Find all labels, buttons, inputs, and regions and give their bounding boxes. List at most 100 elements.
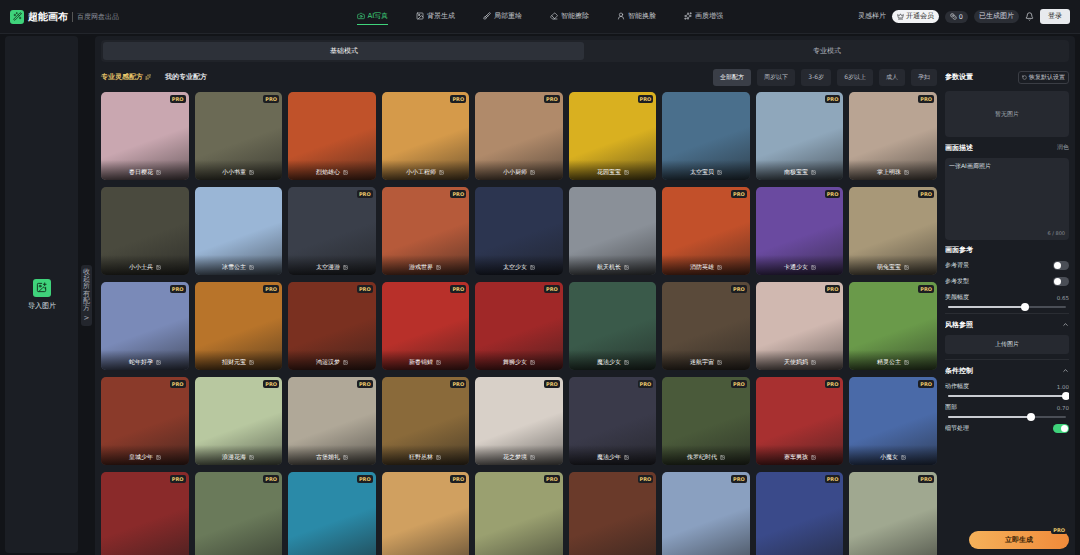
recipe-card[interactable]: PRO <box>662 472 750 555</box>
recipe-card[interactable]: PRO招财元宝 <box>195 282 283 370</box>
recipe-card[interactable]: PRO萌兔宝宝 <box>849 187 937 275</box>
coin-count[interactable]: 0 <box>945 11 968 23</box>
recipe-card[interactable]: 太空宝贝 <box>662 92 750 180</box>
image-icon <box>720 455 725 460</box>
pro-badge: PRO <box>638 475 654 483</box>
vip-button[interactable]: 开通会员 <box>892 10 939 23</box>
content: 专业灵感配方我的专业配方全部配方周岁以下3-6岁6岁以上成人孕妇PRO春日樱花P… <box>101 68 1069 555</box>
card-label: 卡通少女 <box>784 263 808 272</box>
inspiration-link[interactable]: 灵感样片 <box>858 12 886 21</box>
recipe-card[interactable]: PRO天使妈妈 <box>756 282 844 370</box>
card-label: 蛇年好孕 <box>129 358 153 367</box>
recipe-card[interactable]: PRO新春锦鲤 <box>382 282 470 370</box>
recipe-tab[interactable]: 我的专业配方 <box>165 73 207 82</box>
collapse-tab[interactable]: 收起所有配方> <box>81 265 92 326</box>
control-label: 条件控制 <box>945 366 973 376</box>
slider-thumb[interactable] <box>1062 392 1069 400</box>
reset-icon <box>1022 75 1027 80</box>
nav-item[interactable]: 局部重绘 <box>483 8 522 25</box>
toggle-switch[interactable] <box>1053 261 1069 270</box>
upload-button[interactable]: 上传图片 <box>945 335 1069 354</box>
filter-pill[interactable]: 周岁以下 <box>757 69 795 86</box>
reset-button[interactable]: 恢复默认设置 <box>1018 71 1069 84</box>
preview-box[interactable]: 暂无图片 <box>945 91 1069 137</box>
card-label: 小小工程师 <box>406 168 436 177</box>
filter-pill[interactable]: 成人 <box>879 69 905 86</box>
pro-badge: PRO <box>450 190 466 198</box>
nav-item[interactable]: 智能擦除 <box>550 8 589 25</box>
recipe-card[interactable]: 太空少女 <box>475 187 563 275</box>
slider-track[interactable] <box>948 416 1066 418</box>
recipe-card[interactable]: PRO南极宝宝 <box>756 92 844 180</box>
recipe-card[interactable]: PRO古堡婚礼 <box>288 377 376 465</box>
login-button[interactable]: 登录 <box>1040 9 1070 24</box>
recipe-card[interactable]: PRO消防英雄 <box>662 187 750 275</box>
slider-thumb[interactable] <box>1027 413 1035 421</box>
nav-item[interactable]: AI写真 <box>357 8 389 25</box>
recipe-tab[interactable]: 专业灵感配方 <box>101 73 151 82</box>
mode-tab[interactable]: 专业模式 <box>586 42 1067 60</box>
recipe-card[interactable]: PRO侏罗纪时代 <box>662 377 750 465</box>
recipe-card[interactable]: PRO <box>756 472 844 555</box>
card-footer: 消防英雄 <box>662 255 750 275</box>
recipe-card[interactable]: PRO鸿运汉梦 <box>288 282 376 370</box>
sidebar[interactable]: 导入图片 <box>5 36 78 553</box>
recipe-card[interactable]: PRO太空漫游 <box>288 187 376 275</box>
recipe-card[interactable]: 冰雪公主 <box>195 187 283 275</box>
recipe-card[interactable]: PRO掌上明珠 <box>849 92 937 180</box>
recipe-card[interactable]: PRO卡通少女 <box>756 187 844 275</box>
recipe-card[interactable]: PRO小魔女 <box>849 377 937 465</box>
recipe-card[interactable]: PRO春日樱花 <box>101 92 189 180</box>
polish-button[interactable]: 润色 <box>1057 144 1069 151</box>
slider-track[interactable] <box>948 395 1066 397</box>
recipe-card[interactable]: PRO <box>382 472 470 555</box>
style-header[interactable]: 风格参照 <box>945 319 1069 330</box>
nav-item[interactable]: 背景生成 <box>416 8 455 25</box>
recipe-card[interactable]: PRO小小工程师 <box>382 92 470 180</box>
description-input[interactable]: 一张AI画廊照片6 / 800 <box>945 158 1069 240</box>
filter-pill[interactable]: 孕妇 <box>911 69 937 86</box>
recipe-card[interactable]: PRO小小书童 <box>195 92 283 180</box>
recipe-card[interactable]: PRO <box>101 472 189 555</box>
bell-icon[interactable] <box>1025 12 1034 21</box>
recipe-card[interactable]: PRO蛇年好孕 <box>101 282 189 370</box>
recipe-card[interactable]: 魔法少女 <box>569 282 657 370</box>
recipe-card[interactable]: PRO赛车男孩 <box>756 377 844 465</box>
recipe-card[interactable]: PRO <box>849 472 937 555</box>
toggle-switch[interactable] <box>1053 424 1069 433</box>
card-label: 赛车男孩 <box>784 453 808 462</box>
recipe-card[interactable]: PRO魔法少年 <box>569 377 657 465</box>
filter-pill[interactable]: 3-6岁 <box>801 69 831 86</box>
toggle-switch[interactable] <box>1053 277 1069 286</box>
generated-button[interactable]: 已生成图片 <box>974 10 1019 23</box>
recipe-card[interactable]: PRO花园宝宝 <box>569 92 657 180</box>
recipe-card[interactable]: PRO皇城少年 <box>101 377 189 465</box>
recipe-card[interactable]: 小小士兵 <box>101 187 189 275</box>
recipe-card[interactable]: PRO <box>475 472 563 555</box>
nav-item[interactable]: 画质增强 <box>684 8 723 25</box>
slider-track[interactable] <box>948 306 1066 308</box>
recipe-card[interactable]: PRO迷航宇宙 <box>662 282 750 370</box>
recipe-card[interactable]: PRO <box>569 472 657 555</box>
recipe-card[interactable]: PRO狂野丛林 <box>382 377 470 465</box>
recipe-card[interactable]: PRO浪漫花海 <box>195 377 283 465</box>
recipe-card[interactable]: PRO舞狮少女 <box>475 282 563 370</box>
filter-pill[interactable]: 全部配方 <box>713 69 751 86</box>
recipe-card[interactable]: PRO小小厨师 <box>475 92 563 180</box>
recipe-card[interactable]: PRO <box>195 472 283 555</box>
filter-pill[interactable]: 6岁以上 <box>837 69 873 86</box>
slider-thumb[interactable] <box>1021 303 1029 311</box>
recipe-card[interactable]: PRO <box>288 472 376 555</box>
control-header[interactable]: 条件控制 <box>945 365 1069 376</box>
recipe-card[interactable]: PRO花之梦境 <box>475 377 563 465</box>
pro-badge: PRO <box>918 190 934 198</box>
recipe-card[interactable]: PRO精灵公主 <box>849 282 937 370</box>
recipe-card[interactable]: 烈焰雄心 <box>288 92 376 180</box>
nav-item[interactable]: 智能换脸 <box>617 8 656 25</box>
mode-tab[interactable]: 基础模式 <box>103 42 584 60</box>
recipe-card[interactable]: 航天机长 <box>569 187 657 275</box>
card-footer: 鸿运汉梦 <box>288 350 376 370</box>
generate-button[interactable]: 立即生成PRO <box>969 531 1069 549</box>
logo[interactable]: 超能画布百度网盘出品 <box>10 10 240 24</box>
recipe-card[interactable]: PRO游戏世界 <box>382 187 470 275</box>
